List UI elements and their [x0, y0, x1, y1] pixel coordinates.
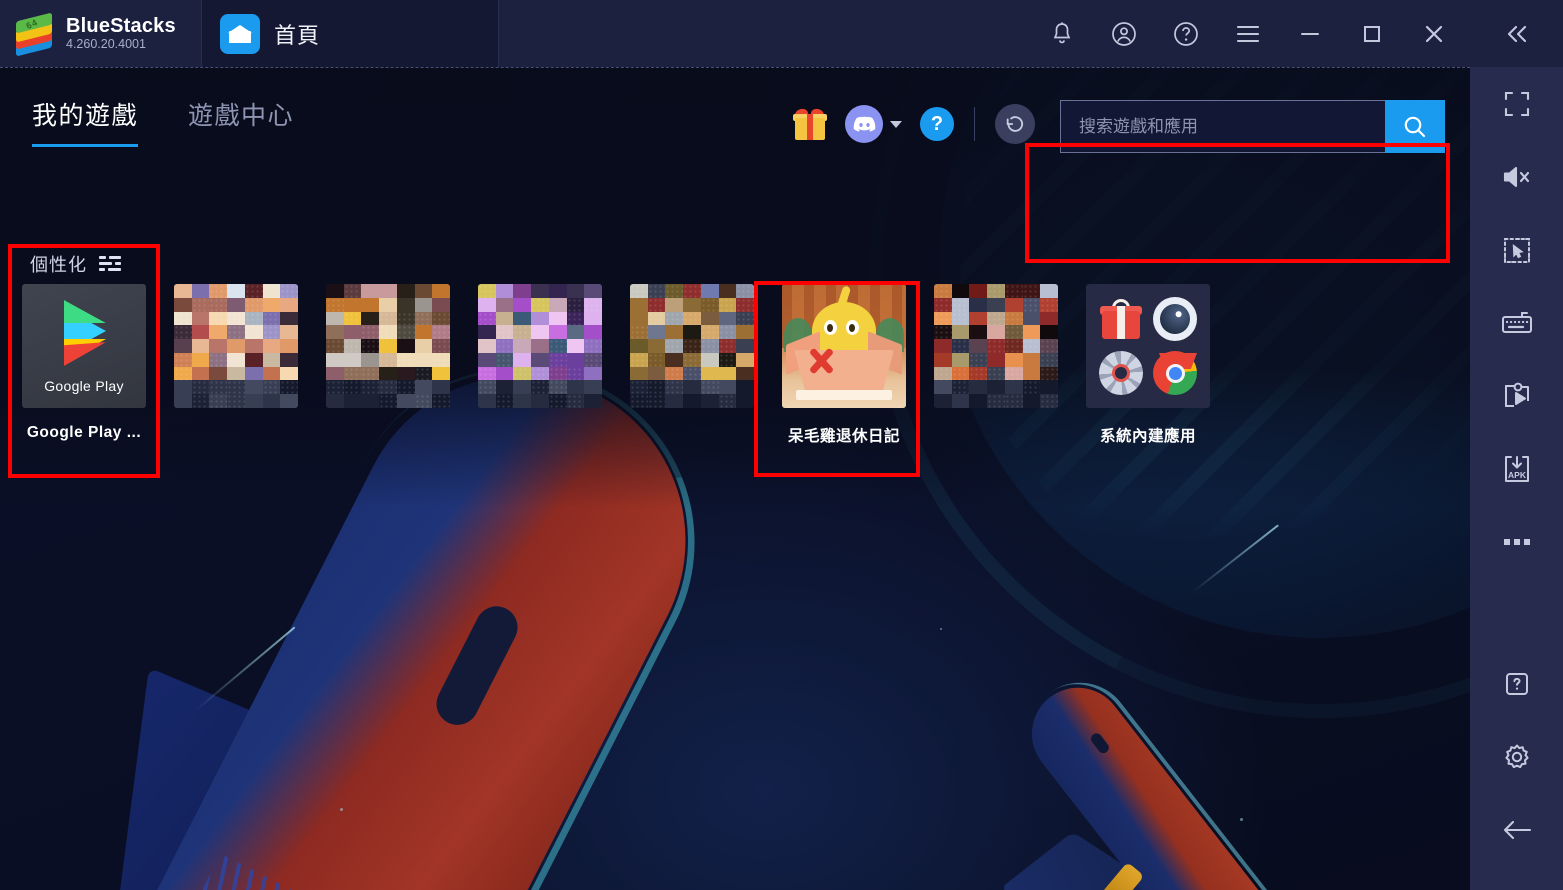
home-tab-label: 首頁: [274, 22, 321, 48]
search-button[interactable]: [1385, 100, 1445, 153]
chevron-down-icon[interactable]: [890, 120, 902, 128]
content-tabs: 我的遊戲 遊戲中心: [32, 96, 294, 147]
app-label: Google Play ...: [26, 424, 142, 441]
discord-menu[interactable]: [845, 105, 902, 143]
main-content: 我的遊戲 遊戲中心 ? 搜索遊戲和應用 個性化 Google Play Goog…: [0, 67, 1470, 890]
app-card-censored-2[interactable]: [320, 244, 456, 446]
app-card-censored-5[interactable]: [928, 244, 1064, 446]
app-thumbnail-censored[interactable]: [478, 284, 602, 408]
minimize-icon[interactable]: [1280, 0, 1340, 67]
svg-text:APK: APK: [1508, 470, 1527, 480]
brand-name: BlueStacks: [66, 15, 176, 38]
title-bar: 64 BlueStacks 4.260.20.4001 首頁: [0, 0, 1563, 67]
search-bar[interactable]: [1060, 100, 1445, 153]
app-thumbnail-censored[interactable]: [326, 284, 450, 408]
right-sidebar: APK: [1470, 67, 1563, 890]
app-label: 呆毛雞退休日記: [787, 428, 900, 445]
close-icon[interactable]: [1404, 0, 1464, 67]
rotate-ccw-icon[interactable]: [995, 104, 1035, 144]
gear-icon[interactable]: [1470, 720, 1563, 793]
app-card-censored-3[interactable]: [472, 244, 608, 446]
app-card-google-play[interactable]: 個性化 Google Play Google Play ...: [16, 244, 152, 446]
personalize-label: 個性化: [30, 255, 87, 275]
cursor-select-icon[interactable]: [1470, 213, 1563, 286]
personalize-row[interactable]: 個性化: [16, 244, 152, 284]
collapse-sidebar-button[interactable]: [1470, 0, 1563, 67]
brand-area: 64 BlueStacks 4.260.20.4001: [0, 0, 202, 67]
discord-icon[interactable]: [845, 105, 883, 143]
app-card-censored-1[interactable]: [168, 244, 304, 446]
search-input[interactable]: [1079, 116, 1367, 137]
hamburger-menu-icon[interactable]: [1218, 0, 1278, 67]
system-folder-thumbnail[interactable]: [1086, 284, 1210, 408]
content-header: 我的遊戲 遊戲中心 ?: [0, 68, 1470, 178]
google-play-thumbnail[interactable]: Google Play: [22, 284, 146, 408]
help-circle-icon[interactable]: [1156, 0, 1216, 67]
customize-layout-icon[interactable]: [99, 256, 121, 272]
app-card-row: 個性化 Google Play Google Play ... 呆毛雞退休日記 …: [16, 244, 1232, 446]
tab-my-games[interactable]: 我的遊戲: [32, 96, 139, 147]
help-question-icon[interactable]: ?: [920, 107, 954, 141]
tool-divider: [974, 107, 975, 141]
arrow-left-icon[interactable]: [1470, 793, 1563, 866]
google-play-thumb-label: Google Play: [44, 378, 124, 394]
bell-icon[interactable]: [1032, 0, 1092, 67]
apk-download-icon[interactable]: APK: [1470, 432, 1563, 505]
more-horizontal-icon[interactable]: [1470, 505, 1563, 578]
window-controls: [1032, 0, 1470, 67]
app-card-system-folder[interactable]: 系統內建應用: [1080, 244, 1216, 446]
search-input-container[interactable]: [1060, 100, 1385, 153]
speaker-mute-icon[interactable]: [1470, 140, 1563, 213]
app-thumbnail-censored[interactable]: [934, 284, 1058, 408]
help-square-icon[interactable]: [1470, 647, 1563, 720]
app-thumbnail-censored[interactable]: [630, 284, 754, 408]
window-tab-home[interactable]: 首頁: [202, 0, 499, 67]
chick-game-thumbnail[interactable]: [782, 284, 906, 408]
settings-gear-icon: [1099, 351, 1143, 395]
app-thumbnail-censored[interactable]: [174, 284, 298, 408]
app-label: 系統內建應用: [1099, 428, 1196, 445]
app-card-censored-4[interactable]: [624, 244, 760, 446]
chrome-icon: [1153, 351, 1197, 395]
keyboard-icon[interactable]: [1470, 286, 1563, 359]
media-play-icon[interactable]: [1470, 359, 1563, 432]
fullscreen-icon[interactable]: [1470, 67, 1563, 140]
header-tools: ?: [793, 104, 1035, 144]
gift-icon[interactable]: [793, 107, 827, 140]
account-circle-icon[interactable]: [1094, 0, 1154, 67]
bluestacks-logo-icon: 64: [14, 12, 56, 56]
tab-game-center[interactable]: 遊戲中心: [188, 96, 294, 144]
app-card-chick-game[interactable]: 呆毛雞退休日記: [776, 244, 912, 446]
gift-icon: [1100, 299, 1142, 339]
bluestacks-window: 64 BlueStacks 4.260.20.4001 首頁 我的遊戲 遊戲中心…: [0, 0, 1563, 890]
camera-icon: [1153, 297, 1197, 341]
red-x-mark-icon: [808, 348, 834, 374]
maximize-icon[interactable]: [1342, 0, 1402, 67]
brand-version: 4.260.20.4001: [66, 37, 146, 52]
titlebar-spacer: [499, 0, 1032, 67]
home-icon: [220, 13, 260, 54]
wallpaper: [0, 68, 1470, 890]
